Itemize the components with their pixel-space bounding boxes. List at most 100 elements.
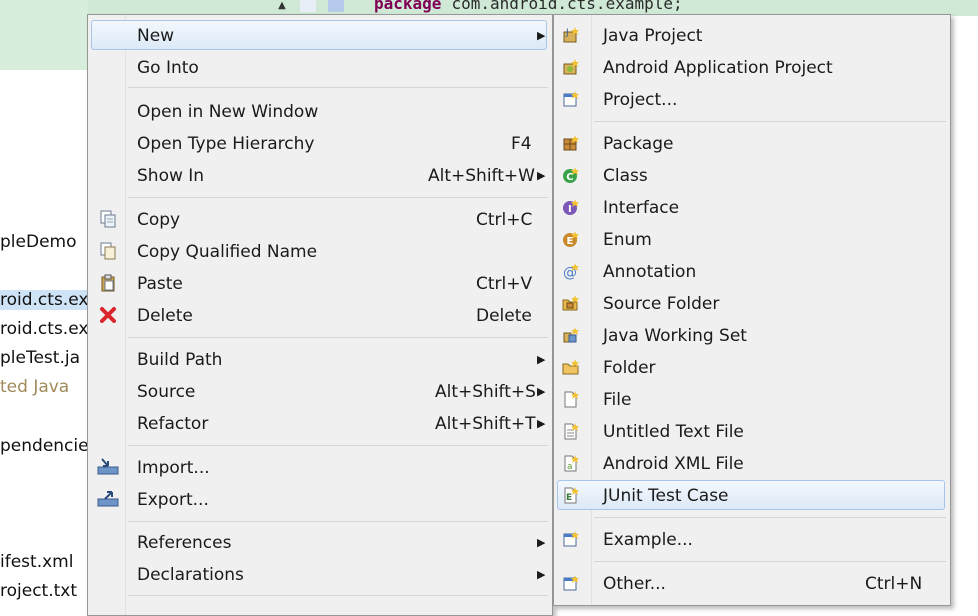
project-icon [563,91,579,107]
folder-icon [562,359,579,375]
import-icon [97,458,119,475]
explorer-background [0,0,88,70]
menu-separator [128,521,548,522]
copy-qualified-icon [100,242,116,260]
menu-item-build-path[interactable]: Build Path ▶ [91,344,547,374]
submenu-item-java-working-set[interactable]: Java Working Set [557,320,945,350]
android-xml-icon: a [564,455,579,472]
submenu-item-other[interactable]: Other... Ctrl+N [557,568,945,598]
menu-item-references[interactable]: References ▶ [91,527,547,557]
example-icon [563,531,579,547]
scroll-up-icon[interactable]: ▲ [274,0,290,12]
new-submenu: J Java Project Android Application Proje… [553,14,951,606]
svg-text:I: I [568,204,572,215]
menu-item-copy-qualified-name[interactable]: Copy Qualified Name [91,236,547,266]
submenu-item-label: Java Project [603,26,703,46]
submenu-item-label: JUnit Test Case [603,486,729,506]
submenu-arrow-icon: ▶ [537,568,546,581]
explorer-item[interactable]: pleTest.ja [0,348,80,368]
menu-item-export[interactable]: Export... [91,484,547,514]
menu-item-paste[interactable]: Paste Ctrl+V [91,268,547,298]
submenu-item-annotation[interactable]: @ Annotation [557,256,945,286]
submenu-item-example[interactable]: Example... [557,524,945,554]
explorer-item[interactable]: pleDemo [0,232,76,252]
menu-separator [128,337,548,338]
menu-item-copy[interactable]: Copy Ctrl+C [91,204,547,234]
submenu-item-enum[interactable]: E Enum [557,224,945,254]
menu-item-label: Build Path [137,350,223,370]
interface-icon: I [563,199,579,215]
menu-separator [594,561,946,562]
submenu-item-label: Project... [603,90,678,110]
menu-item-label: Show In [137,166,205,186]
editor-gutter-marker [300,0,316,12]
code-line: package com.android.cts.example; [374,0,683,13]
submenu-item-label: Other... [603,574,666,594]
menu-item-label: Source [137,382,196,402]
menu-item-label: Go Into [137,58,199,78]
submenu-item-label: Annotation [603,262,697,282]
editor-gutter-marker [328,0,344,12]
explorer-item[interactable]: pendencie [0,436,89,456]
menu-item-label: Open in New Window [137,102,319,122]
submenu-item-project[interactable]: Project... [557,84,945,114]
submenu-item-android-xml-file[interactable]: a Android XML File [557,448,945,478]
submenu-item-folder[interactable]: Folder [557,352,945,382]
submenu-item-interface[interactable]: I Interface [557,192,945,222]
submenu-item-label: Android Application Project [603,58,833,78]
enum-icon: E [563,231,579,247]
explorer-item[interactable]: ted Java [0,377,69,397]
explorer-item[interactable]: roject.txt [0,581,77,601]
submenu-item-java-project[interactable]: J Java Project [557,20,945,50]
other-wizard-icon [563,575,579,591]
submenu-arrow-icon: ▶ [537,536,546,549]
submenu-arrow-icon: ▶ [537,417,546,430]
svg-text:a: a [567,462,573,472]
submenu-item-untitled-text-file[interactable]: Untitled Text File [557,416,945,446]
menu-item-refactor[interactable]: Refactor Alt+Shift+T ▶ [91,408,547,438]
delete-icon [100,307,116,323]
menu-item-declarations[interactable]: Declarations ▶ [91,559,547,589]
paste-icon [101,274,115,292]
package-icon [563,135,579,151]
menu-item-new[interactable]: New ▶ [91,20,547,50]
submenu-item-label: Package [603,134,674,154]
menu-separator [128,445,548,446]
submenu-arrow-icon: ▶ [537,385,546,398]
menu-separator [128,197,548,198]
submenu-item-label: Example... [603,530,693,550]
explorer-item[interactable]: roid.cts.ex [0,319,88,339]
java-project-icon: J [563,27,579,43]
explorer-item[interactable]: ifest.xml [0,552,73,572]
submenu-item-file[interactable]: File [557,384,945,414]
submenu-item-label: File [603,390,632,410]
menu-shortcut: Delete [476,306,532,326]
menu-separator [128,595,548,596]
submenu-item-package[interactable]: Package [557,128,945,158]
submenu-arrow-icon: ▶ [537,29,546,42]
submenu-item-label: Java Working Set [603,326,747,346]
menu-item-go-into[interactable]: Go Into [91,52,547,82]
menu-shortcut: Ctrl+C [476,210,533,230]
submenu-item-junit-test-case[interactable]: E JUnit Test Case [557,480,945,510]
submenu-item-source-folder[interactable]: Source Folder [557,288,945,318]
menu-item-open-new-window[interactable]: Open in New Window [91,96,547,126]
menu-item-import[interactable]: Import... [91,452,547,482]
menu-item-label: New [137,26,175,46]
menu-item-source[interactable]: Source Alt+Shift+S ▶ [91,376,547,406]
menu-item-delete[interactable]: Delete Delete [91,300,547,330]
menu-shortcut: Alt+Shift+S [435,382,536,402]
menu-separator [594,121,946,122]
submenu-item-label: Untitled Text File [603,422,744,442]
submenu-item-label: Enum [603,230,652,250]
submenu-item-class[interactable]: C Class [557,160,945,190]
submenu-item-android-app-project[interactable]: Android Application Project [557,52,945,82]
menu-item-open-type-hierarchy[interactable]: Open Type Hierarchy F4 [91,128,547,158]
menu-item-label: Copy [137,210,181,230]
explorer-item-selected[interactable]: roid.cts.ex [0,290,88,310]
submenu-item-label: Source Folder [603,294,720,314]
menu-item-label: Import... [137,458,210,478]
menu-item-show-in[interactable]: Show In Alt+Shift+W ▶ [91,160,547,190]
code-keyword: package [374,0,442,13]
submenu-item-label: Android XML File [603,454,744,474]
